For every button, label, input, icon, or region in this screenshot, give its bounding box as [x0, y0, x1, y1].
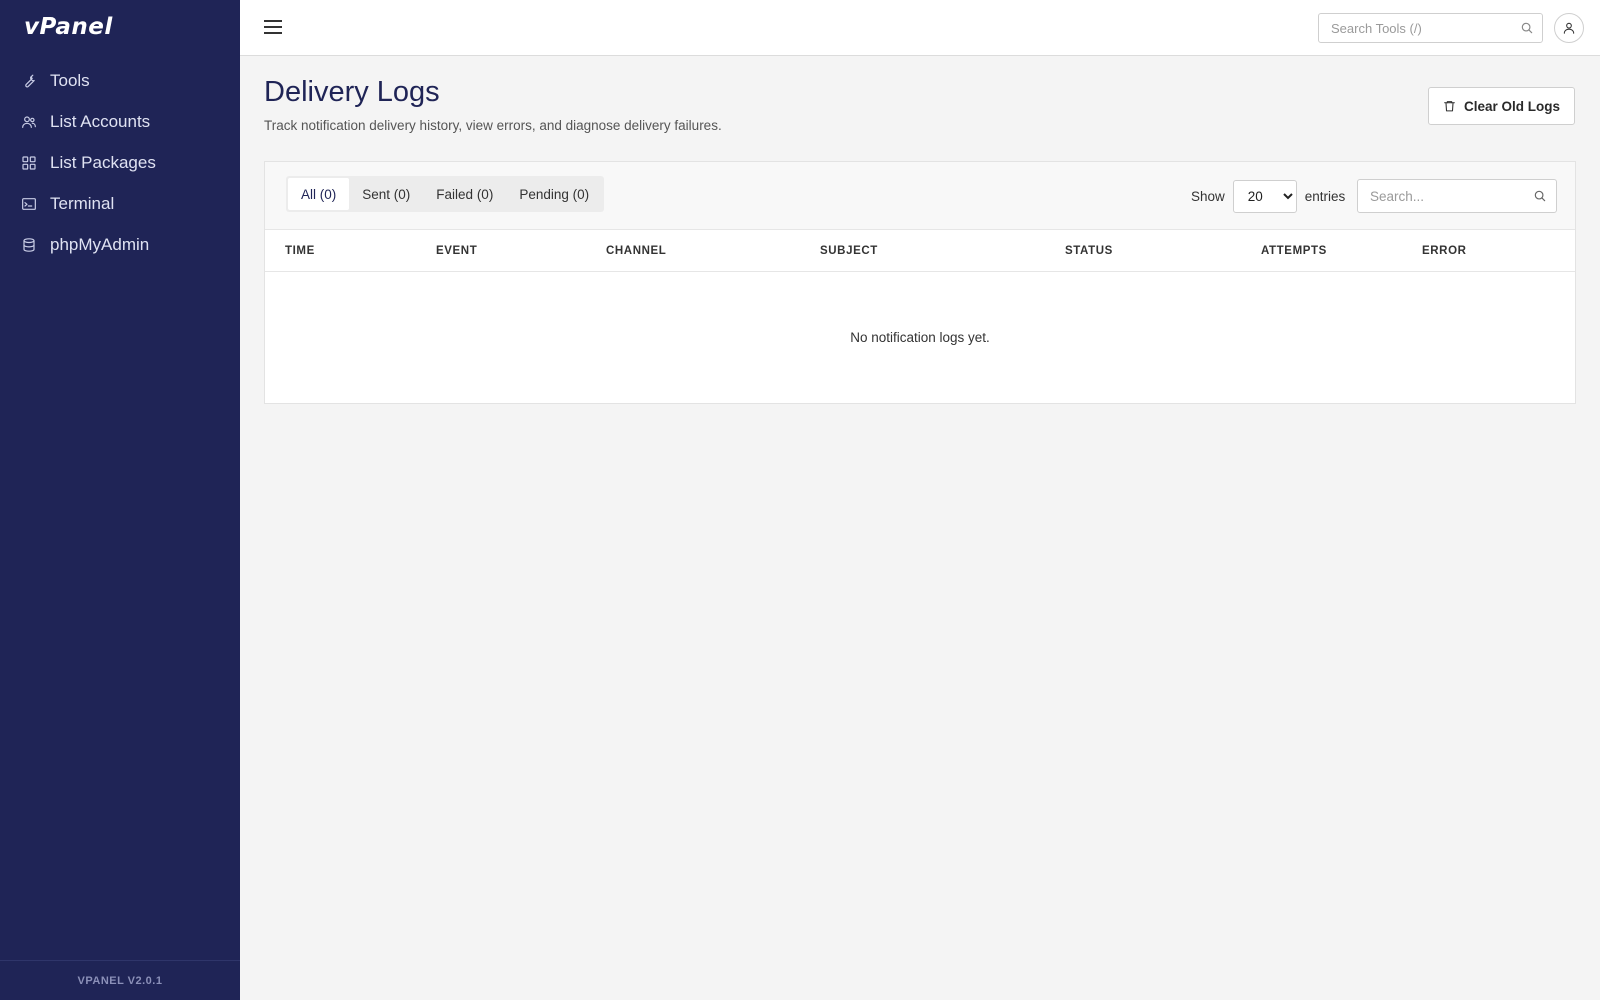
- search-icon[interactable]: [1520, 21, 1534, 40]
- column-header-status[interactable]: STATUS: [1065, 245, 1113, 257]
- column-header-subject[interactable]: SUBJECT: [820, 245, 878, 257]
- tools-search-input[interactable]: [1319, 14, 1509, 42]
- grid-icon: [20, 154, 38, 172]
- column-header-error[interactable]: ERROR: [1422, 245, 1467, 257]
- version-label: VPANEL V2.0.1: [0, 960, 240, 1000]
- column-header-attempts[interactable]: ATTEMPTS: [1261, 245, 1327, 257]
- terminal-icon: [20, 195, 38, 213]
- clear-old-logs-label: Clear Old Logs: [1463, 98, 1561, 114]
- clear-old-logs-button[interactable]: Clear Old Logs: [1428, 87, 1575, 125]
- show-label: Show: [1191, 189, 1225, 204]
- empty-state-message: No notification logs yet.: [850, 330, 990, 345]
- sidebar-item-label: phpMyAdmin: [50, 234, 150, 254]
- page-subtitle: Track notification delivery history, vie…: [264, 118, 722, 133]
- delivery-logs-card: All (0) Sent (0) Failed (0) Pending (0) …: [264, 161, 1576, 404]
- entries-label: entries: [1304, 189, 1346, 204]
- app-logo[interactable]: vPanel: [24, 14, 113, 40]
- trash-icon: [1443, 99, 1456, 113]
- entries-control: Show 10 20 50 100 entries: [1191, 180, 1345, 213]
- sidebar-nav: Tools List Accounts List Packages Termin…: [0, 60, 240, 265]
- sidebar-item-phpmyadmin[interactable]: phpMyAdmin: [0, 224, 240, 265]
- topbar: [240, 0, 1600, 56]
- sidebar: vPanel Tools List Accounts List Packages…: [0, 0, 240, 1000]
- logs-search-input[interactable]: [1358, 180, 1523, 212]
- tab-pending[interactable]: Pending (0): [506, 178, 602, 210]
- user-menu-button[interactable]: [1554, 13, 1584, 43]
- column-header-time[interactable]: TIME: [285, 245, 315, 257]
- sidebar-item-list-packages[interactable]: List Packages: [0, 142, 240, 183]
- database-icon: [20, 236, 38, 254]
- hamburger-icon: [264, 20, 282, 34]
- search-icon[interactable]: [1533, 189, 1547, 208]
- sidebar-item-label: List Accounts: [50, 111, 151, 131]
- status-tabs: All (0) Sent (0) Failed (0) Pending (0): [286, 176, 605, 212]
- column-header-channel[interactable]: CHANNEL: [606, 245, 666, 257]
- sidebar-item-terminal[interactable]: Terminal: [0, 183, 240, 224]
- sidebar-item-tools[interactable]: Tools: [0, 60, 240, 101]
- sidebar-item-label: Tools: [50, 70, 90, 90]
- card-toolbar: All (0) Sent (0) Failed (0) Pending (0) …: [265, 162, 1575, 230]
- hamburger-menu-button[interactable]: [262, 16, 284, 38]
- sidebar-item-label: Terminal: [50, 193, 115, 213]
- logs-search: [1357, 179, 1557, 213]
- page-title: Delivery Logs: [264, 76, 440, 108]
- entries-select[interactable]: 10 20 50 100: [1232, 180, 1297, 213]
- sidebar-item-list-accounts[interactable]: List Accounts: [0, 101, 240, 142]
- tab-failed[interactable]: Failed (0): [423, 178, 506, 210]
- tools-search: [1318, 13, 1543, 43]
- users-icon: [20, 113, 38, 131]
- user-icon: [1562, 21, 1576, 35]
- tab-sent[interactable]: Sent (0): [349, 178, 423, 210]
- table-header: TIME EVENT CHANNEL SUBJECT STATUS ATTEMP…: [265, 230, 1575, 272]
- sidebar-item-label: List Packages: [50, 152, 156, 172]
- wrench-icon: [20, 72, 38, 90]
- tab-all[interactable]: All (0): [288, 178, 350, 210]
- column-header-event[interactable]: EVENT: [436, 245, 477, 257]
